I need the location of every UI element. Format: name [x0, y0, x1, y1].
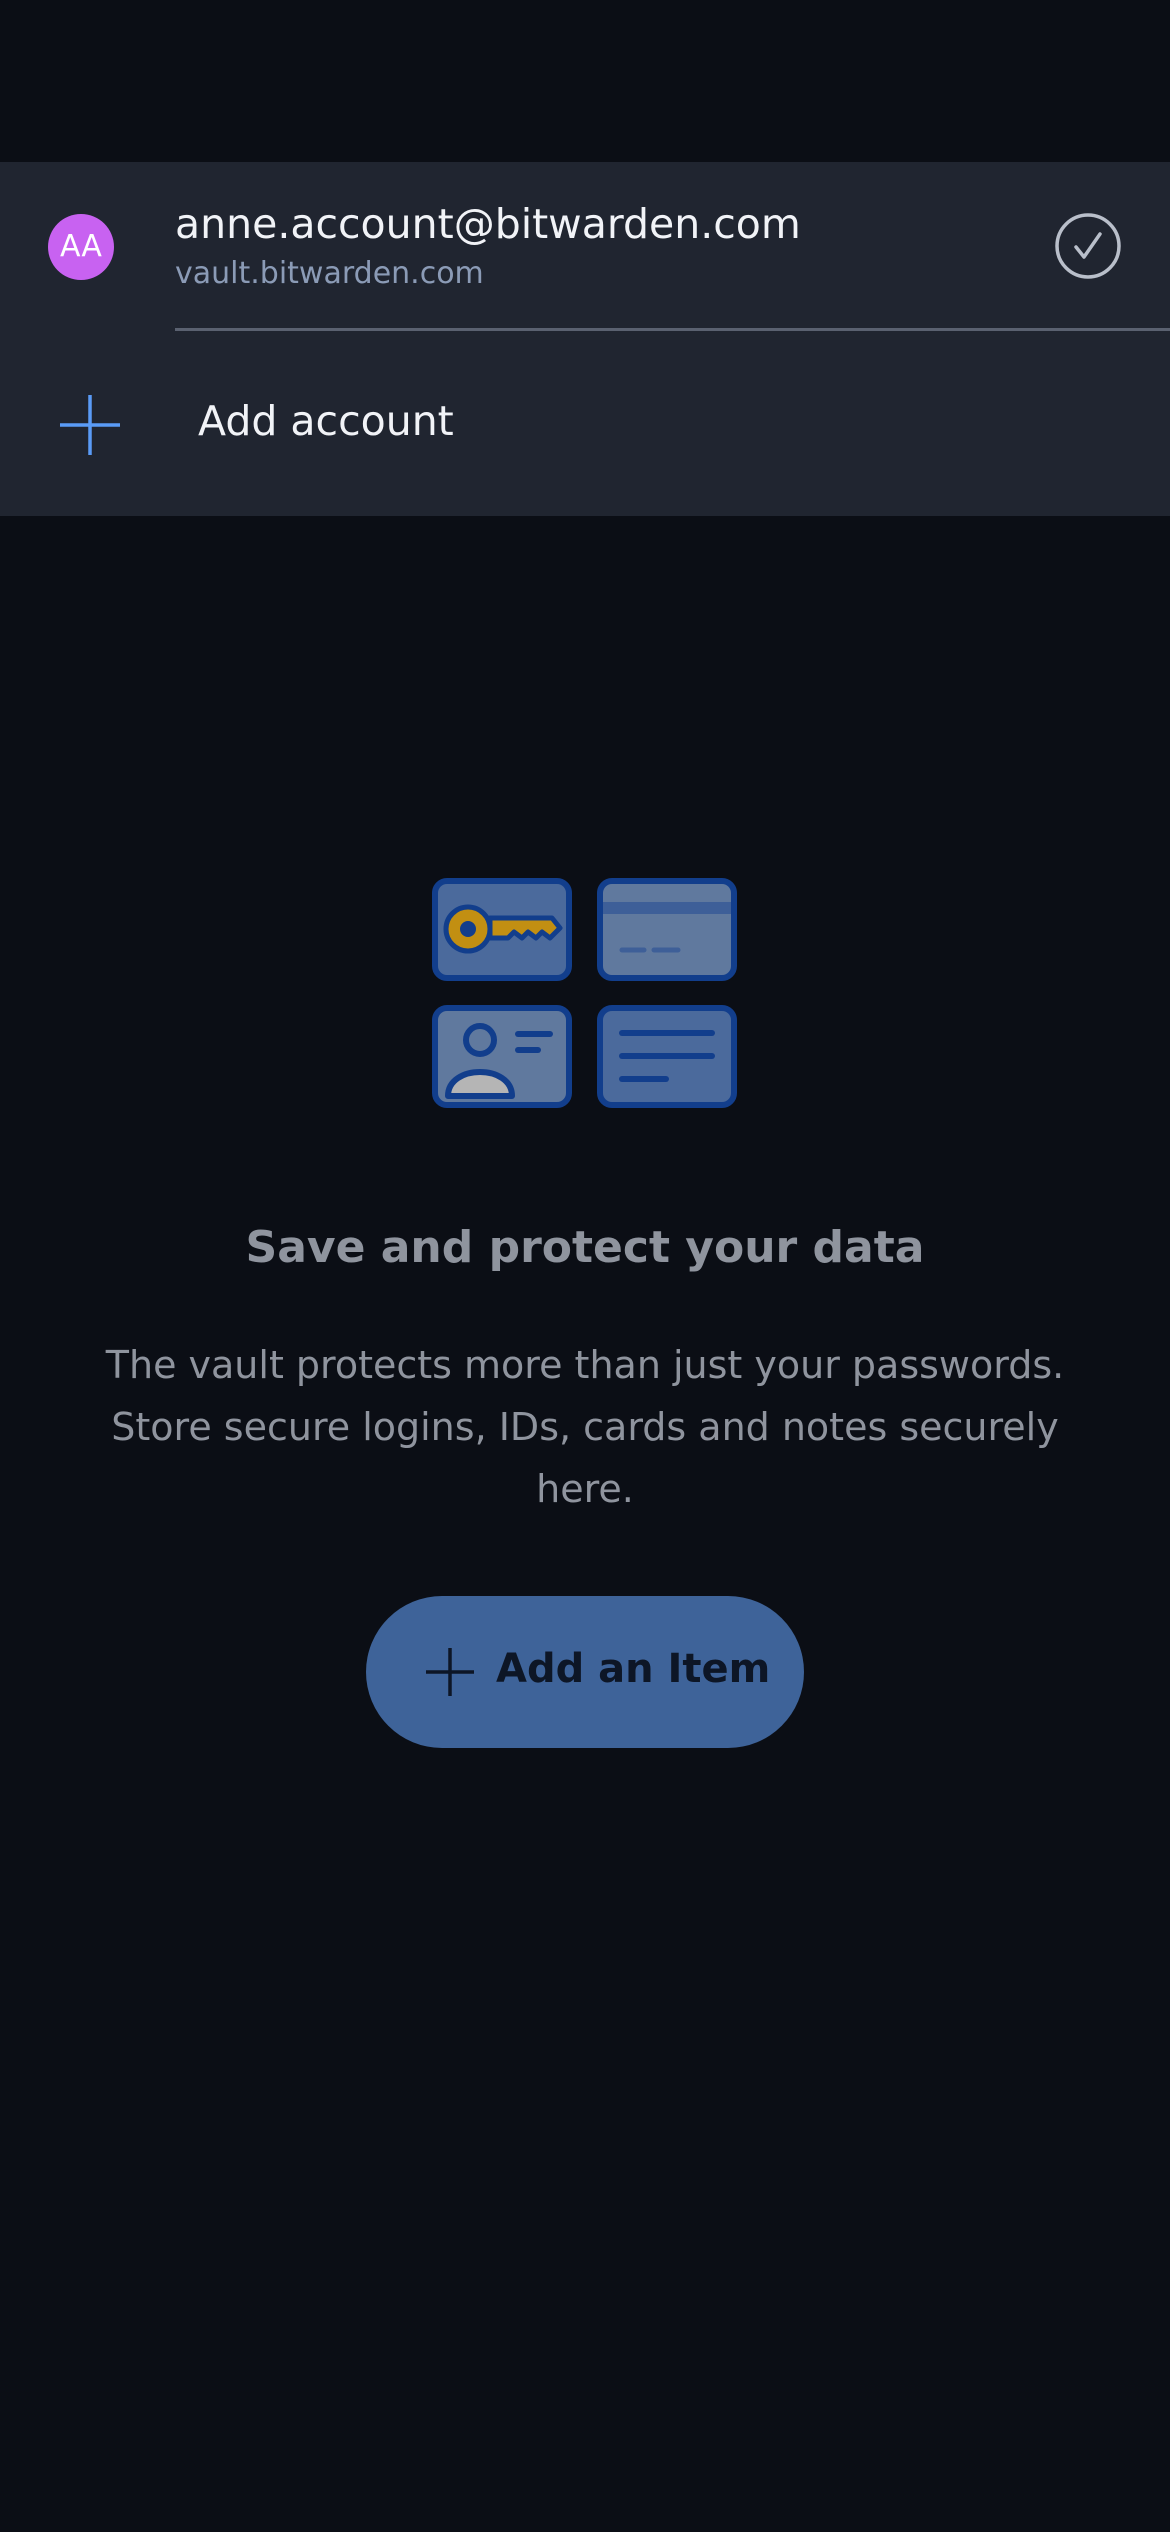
- account-email: anne.account@bitwarden.com: [175, 200, 801, 248]
- checkmark-circle-icon: [1055, 213, 1121, 279]
- plus-icon: [60, 395, 120, 455]
- vault-items-illustration: [432, 878, 737, 1108]
- empty-state-title: Save and protect your data: [245, 1222, 925, 1273]
- plus-icon: [426, 1648, 474, 1696]
- account-row-anne[interactable]: AA anne.account@bitwarden.com vault.bitw…: [0, 162, 1170, 331]
- vault-screen: AA anne.account@bitwarden.com vault.bitw…: [0, 0, 1170, 2532]
- add-item-button[interactable]: Add an Item: [366, 1596, 804, 1748]
- add-account-button[interactable]: Add account: [0, 331, 1170, 516]
- add-item-label: Add an Item: [496, 1646, 771, 1692]
- add-account-label: Add account: [198, 397, 454, 445]
- account-server-url: vault.bitwarden.com: [175, 256, 484, 291]
- empty-state-description: The vault protects more than just your p…: [105, 1343, 1065, 1511]
- avatar: AA: [48, 214, 114, 280]
- account-switcher-panel: AA anne.account@bitwarden.com vault.bitw…: [0, 162, 1170, 516]
